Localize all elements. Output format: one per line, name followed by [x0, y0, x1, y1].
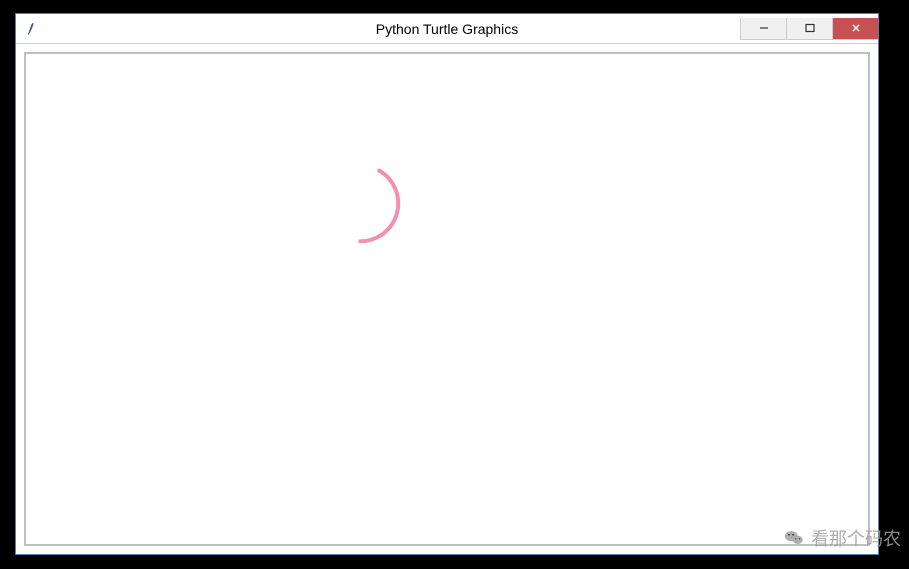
window-title: Python Turtle Graphics: [376, 21, 518, 37]
canvas-border: [24, 52, 870, 546]
titlebar[interactable]: Python Turtle Graphics: [16, 14, 878, 44]
app-icon: [24, 21, 40, 37]
turtle-canvas: [26, 54, 868, 544]
watermark: 看那个码农: [783, 525, 901, 551]
turtle-drawing: [26, 54, 868, 544]
minimize-button[interactable]: [740, 18, 786, 40]
watermark-text: 看那个码农: [811, 525, 901, 551]
wechat-icon: [783, 527, 805, 549]
close-button[interactable]: [832, 18, 878, 40]
window-frame: Python Turtle Graphics: [15, 13, 879, 555]
window-controls: [740, 18, 878, 40]
maximize-button[interactable]: [786, 18, 832, 40]
